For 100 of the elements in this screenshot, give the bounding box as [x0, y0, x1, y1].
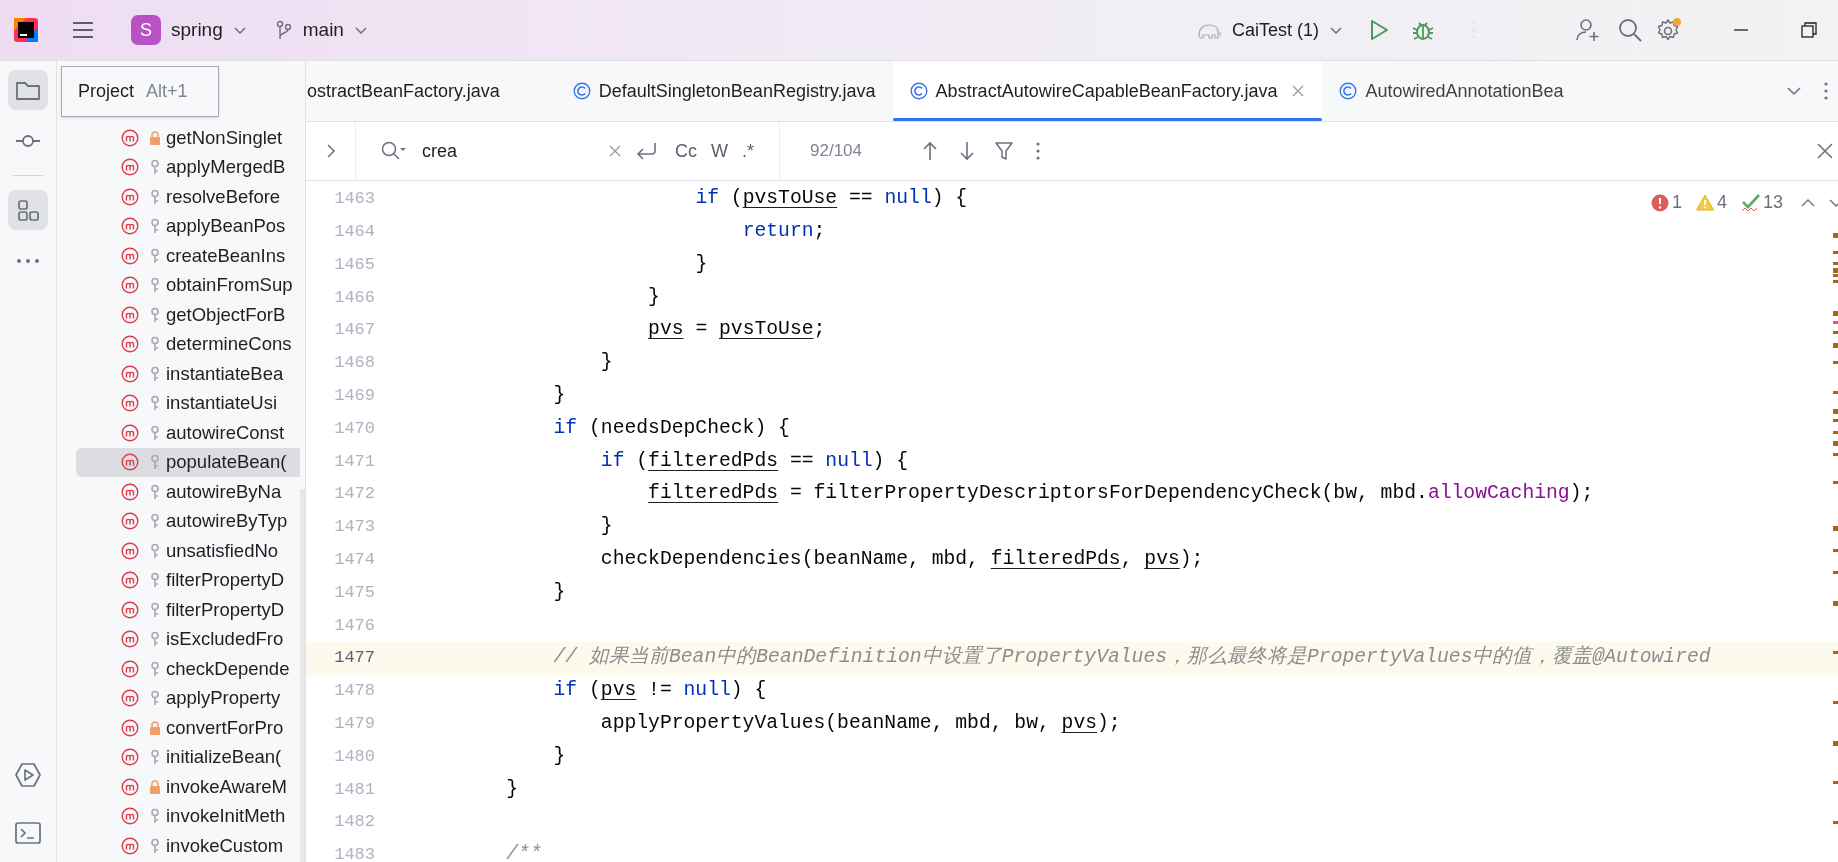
run-config-name: CaiTest (1)	[1231, 18, 1319, 42]
clear-icon[interactable]	[608, 144, 622, 158]
branch-selector[interactable]: main	[274, 15, 368, 45]
project-name: spring	[171, 17, 223, 42]
chevron-down-icon	[232, 24, 247, 36]
lock-icon	[149, 720, 161, 735]
method-icon	[121, 276, 139, 295]
editor-tab[interactable]: AutowiredAnnotationBea	[1322, 61, 1581, 121]
method-icon	[121, 659, 139, 678]
search-icon[interactable]	[380, 140, 406, 162]
structure-item[interactable]: filterPropertyD	[76, 565, 300, 595]
search-icon[interactable]	[1618, 18, 1642, 42]
editor-tab[interactable]: ostractBeanFactory.java	[306, 61, 556, 121]
structure-item[interactable]: checkDepende	[76, 654, 300, 684]
branch-name: main	[302, 17, 344, 42]
chevron-down-icon[interactable]	[1786, 84, 1802, 98]
line-number: 1472	[333, 483, 375, 506]
key-icon	[149, 690, 161, 707]
filter-icon[interactable]	[995, 141, 1013, 161]
app-logo-icon	[13, 17, 39, 43]
key-icon	[149, 424, 161, 441]
search-option-toggle[interactable]: Cc	[675, 137, 697, 165]
key-icon	[149, 247, 161, 264]
editor-tab[interactable]: DefaultSingletonBeanRegistry.java	[555, 61, 893, 121]
structure-item[interactable]: convertForPro	[76, 713, 300, 743]
search-option-toggle[interactable]: W	[711, 137, 728, 165]
structure-tool-button[interactable]	[8, 190, 48, 230]
key-icon	[149, 749, 161, 766]
structure-item[interactable]: getNonSinglet	[76, 123, 300, 153]
run-config-selector[interactable]: CaiTest (1)	[1195, 16, 1343, 44]
key-icon	[149, 631, 161, 648]
search-option-toggle[interactable]: .*	[742, 137, 754, 165]
key-icon	[149, 159, 161, 176]
method-icon	[121, 689, 139, 708]
structure-item[interactable]: populateBean(	[76, 447, 300, 477]
key-icon	[149, 218, 161, 235]
structure-item[interactable]: applyBeanPos	[76, 211, 300, 241]
structure-item[interactable]: autowireByNa	[76, 477, 300, 507]
code-line: }	[648, 284, 660, 310]
warning-count: 4	[1717, 191, 1728, 214]
close-icon[interactable]	[1816, 142, 1834, 160]
method-icon	[121, 777, 139, 796]
structure-item[interactable]: unsatisfiedNo	[76, 536, 300, 566]
method-icon	[121, 571, 139, 590]
structure-item[interactable]: instantiateBea	[76, 359, 300, 389]
code-comment: /**	[506, 842, 542, 862]
line-number: 1481	[333, 778, 375, 801]
method-icon	[121, 718, 139, 737]
arrow-down-icon[interactable]	[959, 141, 975, 161]
code-line: if (pvsToUse == null) {	[695, 186, 968, 212]
method-icon	[121, 217, 139, 236]
structure-item[interactable]: autowireByTyp	[76, 506, 300, 536]
settings-icon[interactable]	[1656, 17, 1682, 43]
expand-icon[interactable]	[326, 143, 336, 159]
error-count: 1	[1672, 191, 1682, 214]
more-vertical-icon[interactable]	[1824, 81, 1828, 101]
structure-item[interactable]: invokeAwareM	[76, 772, 300, 802]
structure-item[interactable]: getObjectForB	[76, 300, 300, 330]
bug-icon[interactable]	[1412, 19, 1434, 41]
line-number: 1477	[333, 647, 375, 670]
structure-item[interactable]: filterPropertyD	[76, 595, 300, 625]
structure-item[interactable]: instantiateUsi	[76, 388, 300, 418]
code-line: if (needsDepCheck) {	[553, 415, 790, 441]
menu-icon[interactable]	[72, 21, 94, 39]
method-icon	[121, 187, 139, 206]
structure-item[interactable]: initializeBean(	[76, 742, 300, 772]
newline-icon[interactable]	[636, 141, 658, 161]
structure-item[interactable]: resolveBefore	[76, 182, 300, 212]
structure-item[interactable]: autowireConst	[76, 418, 300, 448]
structure-item[interactable]: isExcludedFro	[76, 624, 300, 654]
code-line: }	[600, 350, 613, 376]
chevron-up-icon[interactable]	[1801, 197, 1816, 208]
editor-tab[interactable]: AbstractAutowireCapableBeanFactory.java	[892, 61, 1323, 121]
code-line: if (filteredPds == null) {	[600, 448, 909, 474]
line-number: 1463	[333, 188, 375, 211]
more-vertical-icon[interactable]	[1036, 141, 1040, 161]
arrow-up-icon[interactable]	[922, 141, 938, 161]
typo-count: 13	[1763, 191, 1784, 214]
add-user-icon[interactable]	[1576, 18, 1600, 42]
scrollbar[interactable]	[300, 489, 305, 862]
folder-tool-button[interactable]	[8, 70, 48, 110]
lock-icon	[149, 130, 161, 145]
structure-item[interactable]: applyMergedB	[76, 152, 300, 182]
structure-item[interactable]: invokeCustom	[76, 831, 300, 861]
shortcut-hint: Alt+1	[146, 80, 188, 103]
structure-item[interactable]: invokeInitMeth	[76, 801, 300, 831]
run-icon[interactable]	[1369, 19, 1389, 41]
match-count: 92/104	[810, 140, 863, 163]
code-line: }	[600, 514, 613, 540]
restore-icon[interactable]	[1800, 21, 1818, 39]
structure-item[interactable]: obtainFromSup	[76, 270, 300, 300]
project-selector[interactable]: S spring	[131, 15, 247, 45]
search-field[interactable]: crea	[422, 137, 602, 165]
close-icon[interactable]	[1291, 84, 1306, 98]
key-icon	[149, 336, 161, 353]
structure-item[interactable]: createBeanIns	[76, 241, 300, 271]
structure-item[interactable]: determineCons	[76, 329, 300, 359]
structure-item[interactable]: applyProperty	[76, 683, 300, 713]
line-number: 1476	[333, 614, 375, 637]
chevron-down-icon[interactable]	[1829, 197, 1838, 208]
